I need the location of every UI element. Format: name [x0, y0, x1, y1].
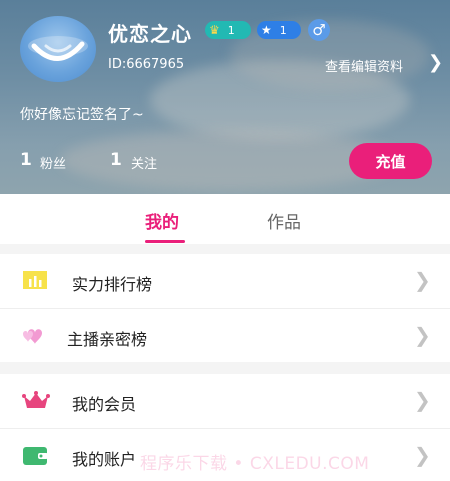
- chevron-right-icon[interactable]: ❯: [428, 52, 443, 73]
- chevron-right-icon: ❯: [414, 268, 431, 292]
- ranking-chart-icon: [23, 271, 47, 289]
- fans-count[interactable]: 1: [20, 150, 32, 170]
- menu-item-strength-ranking[interactable]: 实力排行榜 ❯: [0, 254, 450, 308]
- tab-mine[interactable]: 我的: [145, 208, 179, 233]
- user-id: ID:6667965: [108, 57, 185, 72]
- menu-item-label: 我的账户: [72, 450, 137, 469]
- chevron-right-icon: ❯: [414, 443, 431, 467]
- tab-works[interactable]: 作品: [267, 208, 301, 233]
- crown-icon: [22, 391, 50, 408]
- profile-header: 优恋之心 ♛ 1 ★ 1 ♂ ID:6667965 查看编辑资料 ❯ 你好像忘记…: [0, 0, 450, 194]
- menu-item-my-membership[interactable]: 我的会员 ❯: [0, 374, 450, 428]
- recharge-button[interactable]: 充值: [349, 143, 432, 179]
- avatar[interactable]: [20, 16, 96, 82]
- menu-item-intimacy-ranking[interactable]: 主播亲密榜 ❯: [0, 309, 450, 363]
- male-gender-icon: ♂: [308, 19, 330, 41]
- chevron-right-icon: ❯: [414, 388, 431, 412]
- hearts-icon: [23, 329, 42, 344]
- following-label[interactable]: 关注: [131, 153, 157, 172]
- fans-label[interactable]: 粉丝: [40, 153, 66, 172]
- signature[interactable]: 你好像忘记签名了~: [20, 104, 144, 124]
- star-badge: ★ 1: [257, 21, 301, 39]
- following-count[interactable]: 1: [110, 150, 122, 170]
- active-tab-indicator: [145, 240, 185, 243]
- star-badge-value: 1: [279, 23, 287, 37]
- watermark: 程序乐下载 • CXLEDU.COM: [140, 454, 370, 474]
- menu-group-rankings: 实力排行榜 ❯ 主播亲密榜 ❯: [0, 254, 450, 362]
- profile-tabs: 我的 作品: [0, 194, 450, 244]
- username: 优恋之心: [108, 22, 192, 46]
- menu-item-label: 主播亲密榜: [67, 330, 148, 349]
- wallet-icon: [23, 447, 48, 465]
- crown-badge-icon: ♛: [209, 23, 220, 37]
- menu-item-label: 我的会员: [72, 395, 137, 414]
- avatar-image: [28, 36, 88, 61]
- star-icon: ★: [261, 23, 272, 37]
- level-badge: ♛ 1: [205, 21, 251, 39]
- level-badge-value: 1: [227, 23, 235, 37]
- chevron-right-icon: ❯: [414, 323, 431, 347]
- menu-item-label: 实力排行榜: [72, 275, 153, 294]
- edit-profile-link[interactable]: 查看编辑资料: [325, 56, 403, 75]
